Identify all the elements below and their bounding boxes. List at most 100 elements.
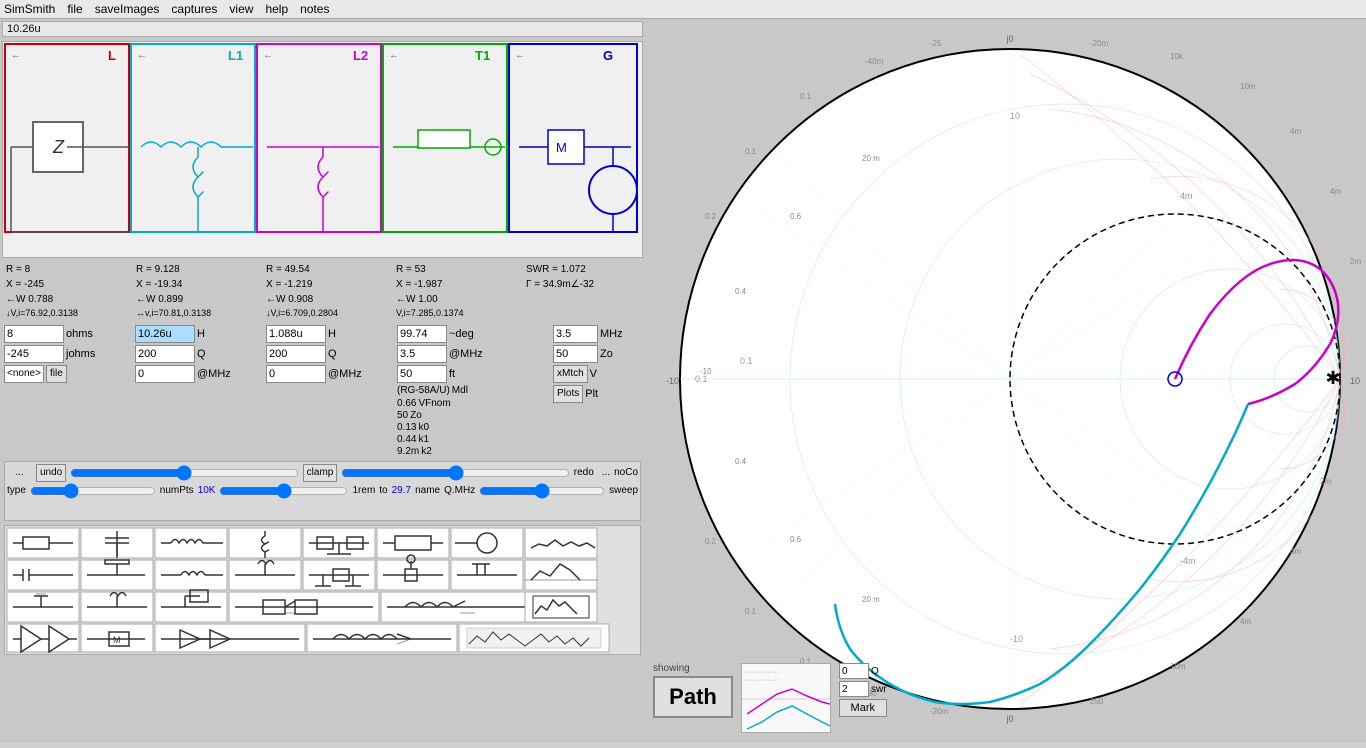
- menu-simsmith[interactable]: SimSmith: [4, 2, 55, 16]
- svg-text:G: G: [603, 48, 613, 63]
- col1-inputs: ohms johms file: [4, 325, 134, 457]
- l1-h-input[interactable]: [135, 325, 195, 343]
- smith-chart-svg: ✱ j0 10 -10 j0 -20m 10k 10m 4m 4m 2m -25…: [650, 24, 1366, 743]
- svg-text:j0: j0: [1005, 34, 1013, 44]
- svg-text:←: ←: [515, 50, 525, 61]
- svg-text:0.6: 0.6: [790, 212, 802, 221]
- undo-button[interactable]: undo: [36, 464, 66, 482]
- q-row: Q: [839, 663, 887, 679]
- menu-view[interactable]: view: [229, 2, 253, 16]
- t1-mhz-row: @MHz: [397, 345, 552, 363]
- mark-button[interactable]: Mark: [839, 699, 887, 717]
- svg-text:-4m: -4m: [1180, 556, 1196, 566]
- col-L1-values: R = 9.128 X = -19.34 ←W 0.899 ↔v,i=70.81…: [134, 260, 264, 323]
- slider-3[interactable]: [30, 484, 156, 498]
- svg-text:0.4: 0.4: [735, 457, 747, 466]
- t1-ft-input[interactable]: [397, 365, 447, 383]
- svg-text:0.1: 0.1: [740, 356, 753, 366]
- mini-chart-svg: ··············· ···············: [742, 664, 831, 733]
- svg-text:4m: 4m: [1180, 191, 1193, 201]
- component-selector: M: [4, 525, 641, 655]
- svg-text:L1: L1: [228, 48, 243, 63]
- svg-text:0.1: 0.1: [745, 147, 757, 156]
- x-input[interactable]: [4, 345, 64, 363]
- t1-ft-row: ft: [397, 365, 552, 383]
- menu-notes[interactable]: notes: [300, 2, 329, 16]
- slider-5[interactable]: [479, 484, 605, 498]
- svg-text:-40m: -40m: [865, 57, 884, 66]
- r-input[interactable]: [4, 325, 64, 343]
- swr-label: swr: [871, 684, 887, 695]
- path-button[interactable]: Path: [653, 676, 733, 718]
- svg-text:4m: 4m: [1290, 547, 1301, 556]
- slider-4[interactable]: [219, 484, 348, 498]
- col-L2-values: R = 49.54 X = -1.219 ←W 0.908 ↓V,i=6.709…: [264, 260, 394, 323]
- svg-text:10k: 10k: [1170, 52, 1184, 61]
- l2-h-input[interactable]: [266, 325, 326, 343]
- x-field-row: johms: [4, 345, 134, 363]
- l1-h-row: H: [135, 325, 265, 343]
- l2-mhz-input[interactable]: [266, 365, 326, 383]
- freq-input[interactable]: [553, 325, 598, 343]
- col-T1-values: R = 53 X = -1.987 ←W 1.00 V,i=7.285,0.13…: [394, 260, 524, 323]
- l2-h-row: H: [266, 325, 396, 343]
- file-button[interactable]: file: [46, 365, 67, 383]
- svg-text:-25: -25: [930, 39, 942, 48]
- svg-text:Z: Z: [52, 137, 65, 157]
- t1-deg-row: ~deg: [397, 325, 552, 343]
- svg-text:4m: 4m: [1290, 127, 1301, 136]
- svg-text:0.2: 0.2: [705, 537, 717, 546]
- svg-text:←: ←: [389, 50, 399, 61]
- svg-text:0.2: 0.2: [705, 212, 717, 221]
- q-input[interactable]: [839, 663, 869, 679]
- none-input[interactable]: [4, 365, 44, 383]
- zo-input[interactable]: [553, 345, 598, 363]
- l1-q-input[interactable]: [135, 345, 195, 363]
- circuit-diagram: L L1 L2 T1 G ← ← ← ← ← Z: [2, 41, 643, 258]
- t1-mhz-input[interactable]: [397, 345, 447, 363]
- svg-text:L2: L2: [353, 48, 368, 63]
- swr-input[interactable]: [839, 681, 869, 697]
- svg-text:10: 10: [1350, 376, 1360, 386]
- r-field-row: ohms: [4, 325, 134, 343]
- xmtch-button[interactable]: xMtch: [553, 365, 588, 383]
- bottom-info: showing Path ··············· ···········…: [653, 663, 887, 733]
- menu-bar: SimSmith file saveImages captures view h…: [0, 0, 1366, 19]
- svg-text:-10: -10: [1010, 634, 1023, 644]
- smith-area: ✱ j0 10 -10 j0 -20m 10k 10m 4m 4m 2m -25…: [645, 19, 1366, 743]
- menu-file[interactable]: file: [67, 2, 82, 16]
- svg-text:10: 10: [1010, 111, 1020, 121]
- svg-text:250: 250: [1090, 697, 1104, 706]
- swr-row: swr: [839, 681, 887, 697]
- svg-text:L: L: [108, 48, 116, 63]
- slider-row-1: ... undo clamp redo ... noCo: [7, 464, 638, 482]
- menu-captures[interactable]: captures: [171, 2, 217, 16]
- svg-text:-20m: -20m: [1090, 39, 1109, 48]
- t1-mdl-row: (RG-58A/U) Mdl: [397, 385, 552, 396]
- clamp-button[interactable]: clamp: [303, 464, 338, 482]
- col4-inputs: ~deg @MHz ft (RG-58A/U) Mdl 0.66VFnom: [397, 325, 552, 457]
- svg-text:←: ←: [263, 50, 273, 61]
- svg-text:0.1: 0.1: [800, 92, 812, 101]
- slider-1[interactable]: [70, 466, 298, 480]
- svg-text:-10: -10: [700, 367, 712, 376]
- menu-help[interactable]: help: [265, 2, 288, 16]
- svg-text:20 m: 20 m: [862, 595, 880, 604]
- col3-inputs: H Q @MHz: [266, 325, 396, 457]
- t1-deg-input[interactable]: [397, 325, 447, 343]
- svg-text:20 m: 20 m: [862, 154, 880, 163]
- file-field-row: file: [4, 365, 134, 383]
- svg-text:···············: ···············: [744, 669, 779, 676]
- slider-2[interactable]: [341, 466, 569, 480]
- l2-mhz-row: @MHz: [266, 365, 396, 383]
- plots-button[interactable]: Plots: [553, 385, 583, 403]
- col-G-values: SWR = 1.072 Γ = 34.9m∠-32: [524, 260, 654, 323]
- l2-q-row: Q: [266, 345, 396, 363]
- svg-text:j0: j0: [1005, 714, 1013, 724]
- l1-mhz-input[interactable]: [135, 365, 195, 383]
- svg-text:-20m: -20m: [930, 707, 949, 716]
- col2-inputs: H Q @MHz: [135, 325, 265, 457]
- q-label: Q: [871, 666, 879, 677]
- menu-saveimages[interactable]: saveImages: [95, 2, 160, 16]
- l2-q-input[interactable]: [266, 345, 326, 363]
